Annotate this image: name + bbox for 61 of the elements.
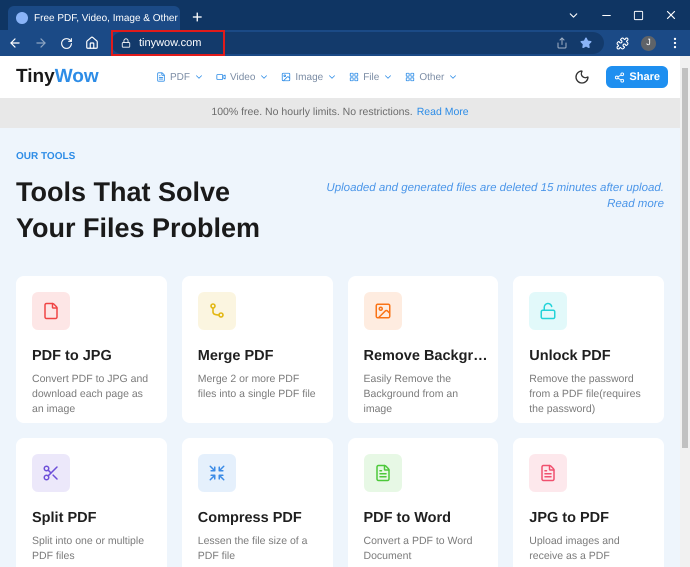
tool-description: Merge 2 or more PDF files into a single PDF file (198, 372, 316, 402)
dark-mode-icon[interactable] (574, 69, 590, 85)
extensions-icon[interactable] (616, 36, 629, 50)
back-icon[interactable] (8, 36, 22, 50)
star-icon[interactable] (580, 37, 592, 49)
tool-description: Convert a PDF to Word Document (364, 534, 474, 564)
lock-icon (121, 38, 131, 48)
tool-title: Split PDF (32, 509, 98, 528)
tool-card[interactable]: PDF to Word Convert a PDF to Word Document (348, 438, 498, 567)
site-icon (16, 12, 28, 24)
tool-title: PDF to JPG (32, 347, 113, 366)
image-icon (374, 302, 392, 320)
video-icon (216, 72, 226, 82)
grid-icon (349, 72, 360, 82)
banner-text: 100% free. No hourly limits. No restrictions. (211, 105, 413, 120)
browser-tab[interactable]: Free PDF, Video, Image & Other (8, 6, 180, 30)
tool-title: PDF to Word (364, 509, 452, 528)
profile-avatar[interactable]: J (641, 36, 656, 50)
tool-description: Upload images and receive as a PDF (529, 534, 621, 564)
close-icon[interactable] (664, 8, 678, 22)
url-text: tinywow.com (139, 36, 202, 51)
tool-description: Easily Remove the Background from an image (364, 372, 460, 417)
image-icon (281, 72, 292, 82)
tool-card[interactable]: PDF to JPG Convert PDF to JPG and download each page as an image (16, 276, 167, 423)
scrollbar[interactable] (680, 56, 690, 567)
tool-title: JPG to PDF (529, 509, 610, 528)
share-icon[interactable] (556, 37, 568, 49)
tool-title: Merge PDF (198, 347, 274, 366)
share-icon (614, 72, 626, 82)
tab-title: Free PDF, Video, Image & Other (34, 12, 178, 26)
home-icon[interactable] (85, 36, 99, 50)
tool-title: Compress PDF (198, 509, 303, 528)
file-icon (42, 302, 60, 320)
section-eyebrow: OUR TOOLS (16, 152, 76, 162)
scissors-icon (42, 464, 60, 482)
tool-card[interactable]: Unlock PDF Remove the password from a PDF file(requires the password) (513, 276, 664, 423)
tool-description: Convert PDF to JPG and download each page as an image (32, 372, 150, 417)
branch-icon (208, 303, 225, 319)
address-bar[interactable]: tinywow.com (111, 32, 604, 54)
tool-card[interactable]: Merge PDF Merge 2 or more PDF files into a single PDF file (182, 276, 332, 423)
grid-icon (405, 72, 416, 82)
tool-description: Remove the password from a PDF file(requires the password) (529, 372, 642, 417)
document-icon (156, 72, 166, 82)
reload-icon[interactable] (60, 36, 73, 50)
new-tab-button[interactable]: + (188, 8, 207, 26)
tool-description: Split into one or multiple PDF files (32, 534, 146, 564)
tool-card[interactable]: Split PDF Split into one or multiple PDF files (16, 438, 167, 567)
compress-icon (208, 464, 226, 482)
tool-description: Lessen the file size of a PDF file (198, 534, 308, 564)
nav-menu[interactable]: Other (405, 70, 458, 84)
document-icon (539, 464, 558, 482)
maximize-icon[interactable] (633, 10, 644, 20)
tool-title: Unlock PDF (529, 347, 612, 366)
document-icon (374, 464, 392, 482)
unlock-icon (539, 302, 558, 320)
tool-card[interactable]: Remove Backgr… Easily Remove the Background from an image (348, 276, 498, 423)
tool-card[interactable]: JPG to PDF Upload images and receive as a PDF (513, 438, 664, 567)
logo[interactable]: TinyWow (16, 62, 156, 92)
note-text: Uploaded and generated files are deleted 15 minutes after upload. (326, 181, 664, 196)
tool-card[interactable]: Compress PDF Lessen the file size of a PDF file (182, 438, 332, 567)
section-title: Tools That Solve Your Files Problem (16, 176, 262, 245)
